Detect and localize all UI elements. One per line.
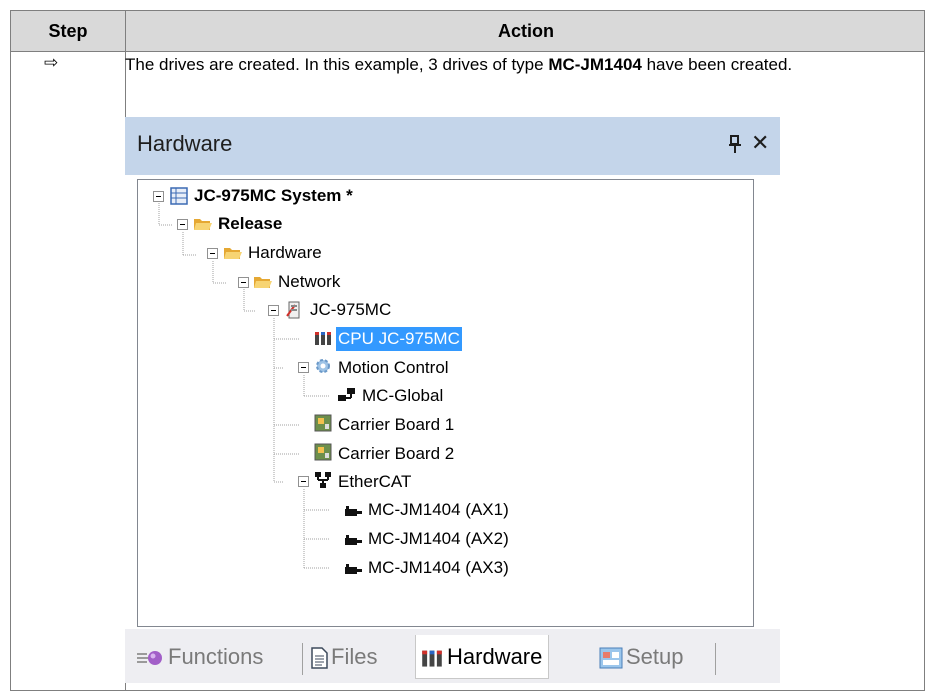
drive-icon [345, 535, 362, 545]
tree-node-label: JC-975MC System * [194, 186, 353, 205]
expand-hardware[interactable] [207, 248, 218, 259]
tab-hardware-label: Hardware [447, 644, 543, 669]
controller-icon [286, 301, 300, 319]
panel-tab-bar: Functions Files Hardware Setup [125, 629, 780, 683]
drive-type-name: MC-JM1404 [548, 55, 642, 74]
tree-node-label: MC-JM1404 (AX3) [368, 558, 509, 577]
expand-release[interactable] [177, 219, 188, 230]
tab-functions-label: Functions [168, 644, 264, 669]
tree-node-label: Network [278, 272, 341, 291]
tab-setup-label: Setup [626, 644, 684, 669]
tree-node-cpu[interactable]: CPU JC-975MC [336, 327, 462, 351]
tree-node-label: JC-975MC [310, 300, 392, 319]
cpu-icon [422, 650, 442, 667]
hardware-tree[interactable]: JC-975MC System * Release Hardware Netwo… [137, 179, 754, 627]
functions-icon [137, 651, 162, 666]
folder-open-icon [254, 277, 272, 288]
panel-titlebar: Hardware ✕ [125, 117, 780, 175]
tab-files-label: Files [331, 644, 378, 669]
tree-node-label: MC-Global [362, 386, 444, 405]
tree-node-mc-global[interactable]: MC-Global [360, 384, 445, 408]
pin-icon[interactable] [728, 135, 742, 155]
tree-node-label: Carrier Board 1 [338, 415, 455, 434]
drive-icon [345, 564, 362, 574]
tree-node-label: MC-JM1404 (AX2) [368, 529, 509, 548]
network-icon [315, 472, 331, 488]
tab-separator [715, 643, 716, 675]
cpu-icon [315, 332, 331, 345]
action-text-post: have been created. [641, 55, 793, 74]
drive-icon [345, 506, 362, 516]
panel-title: Hardware [137, 131, 233, 156]
tree-node-controller[interactable]: JC-975MC [308, 298, 393, 322]
tree-node-system[interactable]: JC-975MC System * [192, 184, 355, 208]
folder-open-icon [194, 219, 212, 230]
tree-node-label: Motion Control [338, 358, 449, 377]
tree-node-drive[interactable]: MC-JM1404 (AX1) [366, 498, 511, 522]
tree-node-carrier-board-2[interactable]: Carrier Board 2 [336, 442, 456, 466]
tree-node-drive[interactable]: MC-JM1404 (AX3) [366, 556, 511, 580]
tree-node-motion-control[interactable]: Motion Control [336, 356, 451, 380]
setup-icon [599, 647, 623, 669]
tree-node-label-selected: CPU JC-975MC [336, 327, 462, 351]
tree-node-hardware[interactable]: Hardware [246, 241, 324, 265]
tree-node-release[interactable]: Release [216, 212, 284, 236]
tab-setup[interactable]: Setup [599, 635, 684, 679]
expand-system[interactable] [153, 191, 164, 202]
gear-icon [316, 359, 330, 373]
expand-ethercat[interactable] [298, 476, 309, 487]
tree-node-ethercat[interactable]: EtherCAT [336, 470, 413, 494]
step-result-arrow: ⇨ [44, 53, 59, 73]
board-icon [314, 414, 332, 432]
action-description: The drives are created. In this example,… [125, 53, 905, 76]
close-icon[interactable]: ✕ [751, 131, 769, 155]
tree-node-carrier-board-1[interactable]: Carrier Board 1 [336, 413, 456, 437]
header-step: Step [48, 21, 88, 41]
file-icon [311, 647, 328, 669]
tree-node-network[interactable]: Network [276, 270, 342, 294]
expand-network[interactable] [238, 277, 249, 288]
tree-node-label: Hardware [248, 243, 322, 262]
tab-hardware[interactable]: Hardware [415, 635, 550, 679]
action-text-pre: The drives are created. In this example,… [125, 55, 549, 74]
expand-controller[interactable] [268, 305, 279, 316]
system-icon [170, 187, 188, 205]
axis-group-icon [338, 388, 355, 401]
tree-node-label: EtherCAT [338, 472, 412, 491]
header-action: Action [498, 21, 554, 41]
expand-motion-control[interactable] [298, 362, 309, 373]
folder-open-icon [224, 248, 242, 259]
tree-node-drive[interactable]: MC-JM1404 (AX2) [366, 527, 511, 551]
tree-node-label: Carrier Board 2 [338, 444, 455, 463]
hardware-panel: Hardware ✕ JC-975MC System * Release Har… [125, 117, 780, 683]
tab-separator [302, 643, 303, 675]
tab-files[interactable]: Files [310, 635, 377, 679]
tab-functions[interactable]: Functions [135, 635, 263, 679]
board-icon [314, 443, 332, 461]
table-header: Step Action [11, 11, 924, 52]
tree-node-label: MC-JM1404 (AX1) [368, 500, 509, 519]
tree-node-label: Release [218, 214, 283, 233]
